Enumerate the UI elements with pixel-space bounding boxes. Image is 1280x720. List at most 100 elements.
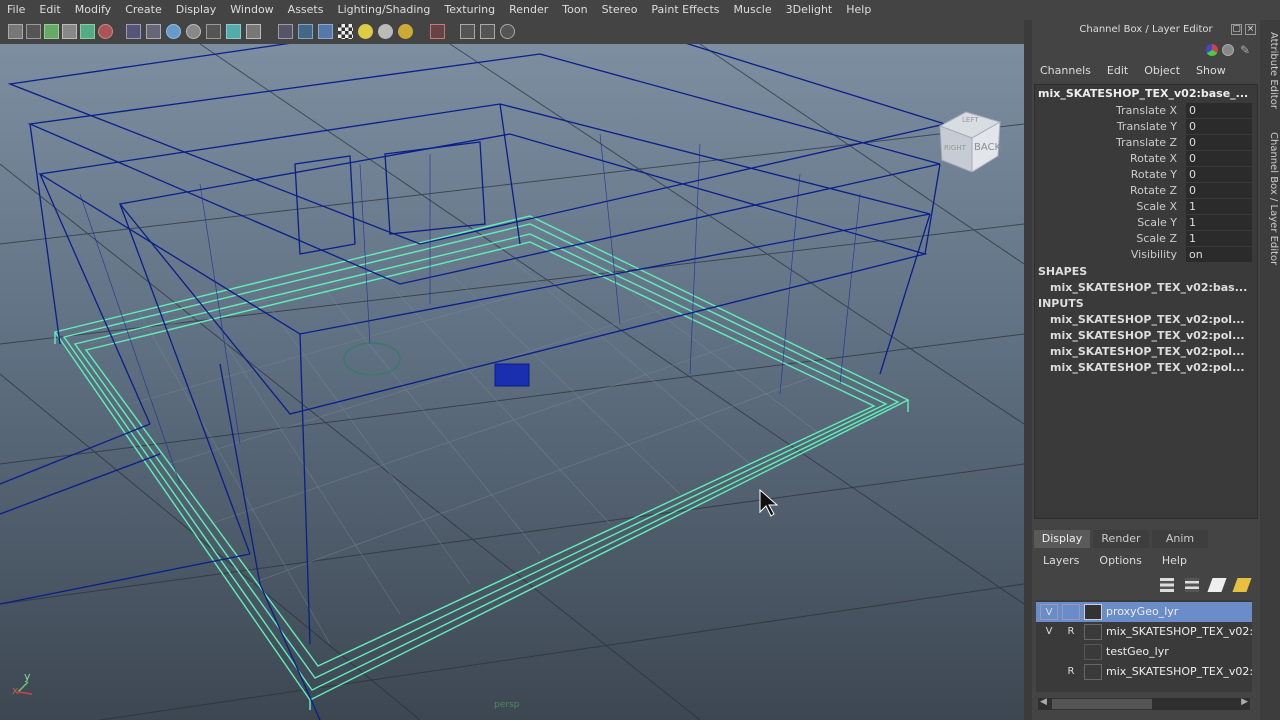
channel-value[interactable]: on bbox=[1186, 247, 1252, 262]
resolution-gate-icon[interactable] bbox=[430, 24, 445, 39]
menu-modify[interactable]: Modify bbox=[68, 0, 118, 20]
layer-type-toggle[interactable] bbox=[1062, 644, 1080, 660]
select-camera-icon[interactable] bbox=[8, 24, 23, 39]
layer-type-toggle[interactable] bbox=[1062, 604, 1080, 620]
layer-row[interactable]: V R mix_SKATESHOP_TEX_v02:t bbox=[1036, 622, 1252, 642]
layer-name[interactable]: mix_SKATESHOP_TEX_v02:t bbox=[1106, 622, 1252, 642]
channel-row[interactable]: Visibility on bbox=[1035, 247, 1255, 263]
input-node[interactable]: mix_SKATESHOP_TEX_v02:pol... bbox=[1050, 313, 1250, 326]
layer-type-toggle[interactable]: R bbox=[1062, 624, 1080, 640]
shaded-icon[interactable] bbox=[166, 24, 181, 39]
tab-anim[interactable]: Anim bbox=[1152, 530, 1208, 548]
scroll-right-icon[interactable]: ▶ bbox=[1241, 697, 1248, 707]
bookmark-icon[interactable] bbox=[44, 24, 59, 39]
scroll-left-icon[interactable]: ◀ bbox=[1040, 697, 1047, 707]
layer-visibility-toggle[interactable] bbox=[1040, 664, 1058, 680]
input-node[interactable]: mix_SKATESHOP_TEX_v02:pol... bbox=[1050, 329, 1250, 342]
ambient-occlusion-icon[interactable] bbox=[378, 24, 393, 39]
show-menu[interactable]: Show bbox=[1188, 62, 1234, 80]
layer-visibility-toggle[interactable] bbox=[1040, 644, 1058, 660]
layer-row[interactable]: testGeo_lyr bbox=[1036, 642, 1252, 662]
menu-stereo[interactable]: Stereo bbox=[595, 0, 645, 20]
menu-3delight[interactable]: 3Delight bbox=[779, 0, 840, 20]
layer-name[interactable]: proxyGeo_lyr bbox=[1106, 602, 1252, 622]
help-menu[interactable]: Help bbox=[1151, 552, 1196, 570]
channel-value[interactable]: 0 bbox=[1186, 119, 1252, 134]
sphere-icon[interactable] bbox=[1222, 44, 1234, 56]
channel-value[interactable]: 0 bbox=[1186, 135, 1252, 150]
pen-icon[interactable]: ✎ bbox=[1240, 44, 1252, 56]
menu-help[interactable]: Help bbox=[839, 0, 878, 20]
channel-row[interactable]: Rotate X 0 bbox=[1035, 151, 1255, 167]
layer-visibility-toggle[interactable]: V bbox=[1040, 624, 1058, 640]
input-node[interactable]: mix_SKATESHOP_TEX_v02:pol... bbox=[1050, 361, 1250, 374]
layers-menu[interactable]: Layers bbox=[1032, 552, 1088, 570]
new-layer-selected-icon[interactable] bbox=[1232, 578, 1252, 592]
share-icon[interactable] bbox=[500, 24, 515, 39]
checker-icon[interactable] bbox=[338, 24, 353, 39]
channel-value[interactable]: 1 bbox=[1186, 231, 1252, 246]
motion-blur-icon[interactable] bbox=[398, 24, 413, 39]
menu-file[interactable]: File bbox=[0, 0, 32, 20]
xray-icon[interactable] bbox=[186, 24, 201, 39]
channel-value[interactable]: 0 bbox=[1186, 151, 1252, 166]
move-layer-down-icon[interactable] bbox=[1185, 578, 1199, 592]
textured-icon[interactable] bbox=[206, 24, 221, 39]
object-name[interactable]: mix_SKATESHOP_TEX_v02:base_... bbox=[1038, 87, 1254, 100]
options-menu[interactable]: Options bbox=[1088, 552, 1150, 570]
panel-splitter[interactable] bbox=[1024, 20, 1032, 720]
scrollbar-thumb[interactable] bbox=[1052, 699, 1152, 709]
camera-attributes-icon[interactable] bbox=[26, 24, 41, 39]
xray-joints-icon[interactable] bbox=[298, 24, 313, 39]
component-xray-icon[interactable] bbox=[318, 24, 333, 39]
new-empty-layer-icon[interactable] bbox=[1207, 578, 1227, 592]
menu-muscle[interactable]: Muscle bbox=[727, 0, 779, 20]
tab-channel-box-layer-editor[interactable]: Channel Box / Layer Editor bbox=[1261, 132, 1279, 265]
menu-toon[interactable]: Toon bbox=[555, 0, 594, 20]
channel-value[interactable]: 1 bbox=[1186, 215, 1252, 230]
image-plane-icon[interactable] bbox=[62, 24, 77, 39]
channel-row[interactable]: Scale X 1 bbox=[1035, 199, 1255, 215]
cube-icon[interactable] bbox=[460, 24, 475, 39]
layer-list-scrollbar[interactable]: ◀ ▶ bbox=[1038, 697, 1250, 710]
film-gate-icon[interactable] bbox=[98, 24, 113, 39]
layer-name[interactable]: testGeo_lyr bbox=[1106, 642, 1252, 662]
isolate-icon[interactable] bbox=[278, 24, 293, 39]
layer-name[interactable]: mix_SKATESHOP_TEX_v02:n bbox=[1106, 662, 1252, 682]
close-panel-button[interactable]: × bbox=[1245, 24, 1256, 35]
object-menu[interactable]: Object bbox=[1136, 62, 1188, 80]
channel-value[interactable]: 0 bbox=[1186, 103, 1252, 118]
channel-row[interactable]: Rotate Y 0 bbox=[1035, 167, 1255, 183]
grid-icon[interactable] bbox=[80, 24, 95, 39]
menu-edit[interactable]: Edit bbox=[32, 0, 67, 20]
shadows-icon[interactable] bbox=[246, 24, 261, 39]
edit-menu[interactable]: Edit bbox=[1099, 62, 1136, 80]
view-cube[interactable]: LEFT RIGHT BACK bbox=[938, 108, 1002, 172]
layer-row[interactable]: R mix_SKATESHOP_TEX_v02:n bbox=[1036, 662, 1252, 682]
channel-row[interactable]: Translate X 0 bbox=[1035, 103, 1255, 119]
layout-icon[interactable] bbox=[480, 24, 495, 39]
float-panel-button[interactable]: ▢ bbox=[1231, 24, 1242, 35]
channel-row[interactable]: Translate Z 0 bbox=[1035, 135, 1255, 151]
3d-viewport[interactable]: y x persp LEFT RIGHT BACK bbox=[0, 44, 1024, 720]
menu-render[interactable]: Render bbox=[502, 0, 555, 20]
channel-row[interactable]: Scale Y 1 bbox=[1035, 215, 1255, 231]
menu-paint-effects[interactable]: Paint Effects bbox=[644, 0, 726, 20]
menu-lighting-shading[interactable]: Lighting/Shading bbox=[330, 0, 437, 20]
menu-create[interactable]: Create bbox=[118, 0, 169, 20]
channels-menu[interactable]: Channels bbox=[1032, 62, 1099, 80]
channel-value[interactable]: 1 bbox=[1186, 199, 1252, 214]
smooth-shade-icon[interactable] bbox=[146, 24, 161, 39]
layer-color-swatch[interactable] bbox=[1084, 664, 1102, 680]
tab-attribute-editor[interactable]: Attribute Editor bbox=[1261, 32, 1279, 109]
menu-window[interactable]: Window bbox=[223, 0, 280, 20]
layer-visibility-toggle[interactable]: V bbox=[1040, 604, 1058, 620]
layer-type-toggle[interactable]: R bbox=[1062, 664, 1080, 680]
menu-texturing[interactable]: Texturing bbox=[437, 0, 502, 20]
layer-color-swatch[interactable] bbox=[1084, 644, 1102, 660]
menu-assets[interactable]: Assets bbox=[281, 0, 331, 20]
layer-row[interactable]: V proxyGeo_lyr bbox=[1036, 602, 1252, 622]
wireframe-icon[interactable] bbox=[126, 24, 141, 39]
channel-row[interactable]: Scale Z 1 bbox=[1035, 231, 1255, 247]
menu-display[interactable]: Display bbox=[169, 0, 224, 20]
